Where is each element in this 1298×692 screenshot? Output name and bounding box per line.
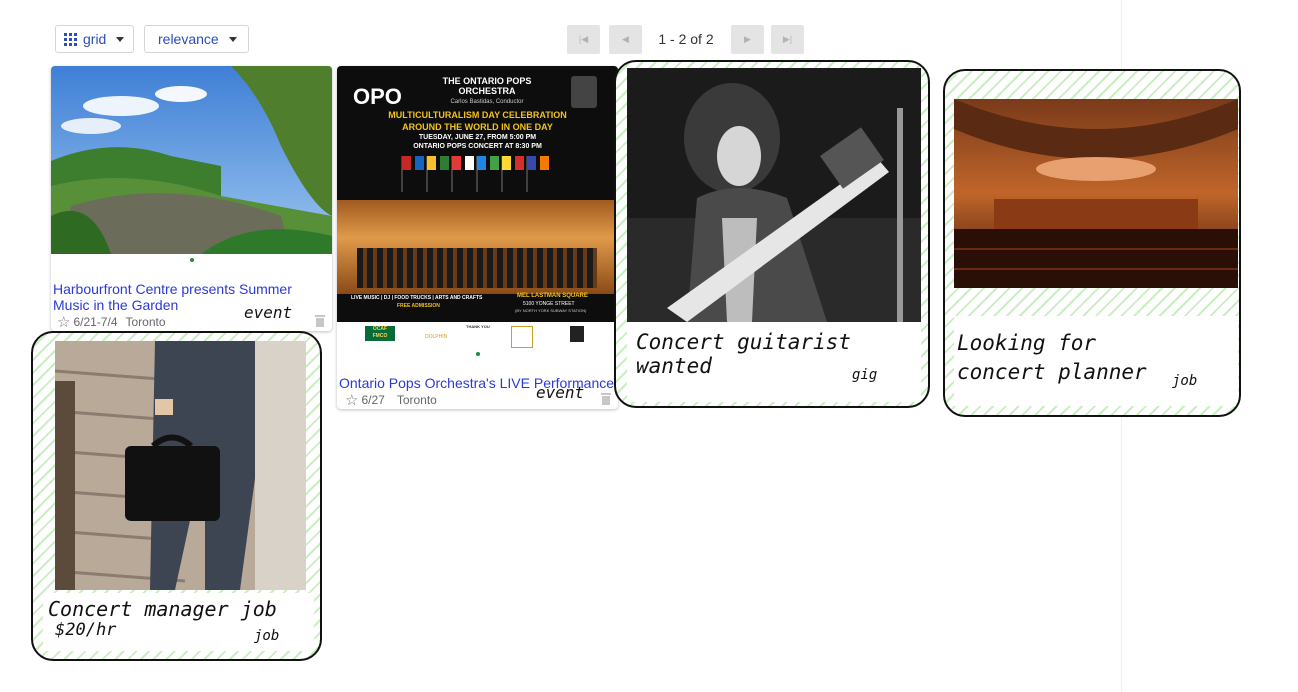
last-page-button[interactable]: ▶|: [771, 25, 804, 54]
card-image-poster: OPO THE ONTARIO POPS ORCHESTRA Carlos Ba…: [337, 66, 618, 322]
first-page-icon: |◀: [578, 34, 589, 44]
pagination-text: 1 - 2 of 2: [658, 31, 714, 47]
sponsor-logo-dolphin: DOLPHIN: [425, 334, 448, 340]
prev-page-icon: ◀: [622, 34, 629, 44]
card-image-park: [51, 66, 332, 254]
poster-conductor: Carlos Bastidas, Conductor: [450, 99, 524, 105]
sketch-card-guitarist[interactable]: Concert guitarist wanted gig: [614, 60, 930, 408]
poster-footer-right-2: 5100 YONGE STREET: [523, 301, 575, 307]
chevron-down-icon: [228, 36, 237, 42]
sketch-image-concert-hall: [954, 99, 1238, 288]
sponsor-thanks: THANK YOU: [466, 324, 490, 329]
next-page-icon: ▶: [744, 34, 751, 44]
next-page-button[interactable]: ▶: [731, 25, 764, 54]
sponsor-logo-3: [511, 326, 533, 348]
card-date: 6/21-7/4: [73, 315, 118, 329]
sketch-tag: job: [254, 628, 280, 644]
carousel-dot: [476, 352, 480, 356]
star-icon[interactable]: ☆: [345, 391, 358, 409]
poster-footer-right-1: MEL LASTMAN SQUARE: [517, 293, 588, 299]
poster-footer-left-2: FREE ADMISSION: [397, 303, 440, 309]
sponsor-logo-ocaf: OCAF FMCO: [365, 326, 395, 341]
prev-page-button[interactable]: ◀: [609, 25, 642, 54]
sketch-tag: gig: [852, 367, 878, 383]
card-tag: event: [244, 303, 293, 322]
conductor-photo: [571, 76, 597, 108]
flags-graphic: [401, 156, 549, 192]
sketch-card-manager[interactable]: Concert manager job $20/hr job: [31, 331, 322, 661]
last-page-icon: ▶|: [782, 34, 793, 44]
card-location: Toronto: [396, 393, 437, 407]
card-meta: ☆ 6/21-7/4 Toronto: [57, 313, 166, 331]
listing-card[interactable]: OPO THE ONTARIO POPS ORCHESTRA Carlos Ba…: [337, 66, 618, 409]
sketch-title[interactable]: Concert guitarist wanted: [636, 330, 928, 378]
card-tag: event: [536, 383, 585, 402]
sketch-tag: job: [1172, 373, 1198, 389]
sketch-image-briefcase: [55, 341, 306, 590]
sketch-title[interactable]: Looking for concert planner: [957, 329, 1187, 387]
poster-headline-1: MULTICULTURALISM DAY CELEBRATION: [388, 110, 567, 120]
poster-when-1: TUESDAY, JUNE 27, FROM 5:00 PM: [418, 134, 537, 141]
trash-icon[interactable]: [601, 393, 611, 405]
sketch-title[interactable]: Concert manager job: [48, 597, 277, 621]
chevron-down-icon: [116, 36, 125, 42]
poster-headline-2: AROUND THE WORLD IN ONE DAY: [402, 122, 553, 132]
orchestra-stage: [337, 200, 618, 294]
view-select[interactable]: grid: [55, 25, 134, 53]
poster-when-2: ONTARIO POPS CONCERT AT 8:30 PM: [413, 143, 542, 150]
poster-footer-right-3: (BY NORTH YORK SUBWAY STATION): [515, 308, 587, 313]
listing-card[interactable]: Harbourfront Centre presents Summer Musi…: [51, 66, 332, 331]
sketch-image-guitarist: [627, 68, 921, 322]
card-location: Toronto: [125, 315, 166, 329]
poster-logo: OPO: [353, 84, 402, 109]
poster-footer-left-1: LIVE MUSIC | DJ | FOOD TRUCKS | ARTS AND…: [351, 295, 483, 301]
grid-icon: [64, 32, 77, 46]
sponsor-logo-4: [570, 326, 584, 342]
trash-icon[interactable]: [315, 315, 325, 327]
star-icon[interactable]: ☆: [57, 313, 70, 331]
sort-select-value: relevance: [158, 31, 219, 47]
card-date: 6/27: [361, 393, 385, 407]
view-select-value: grid: [83, 31, 107, 47]
carousel-dot: [190, 258, 194, 262]
sponsor-strip: OCAF FMCO DOLPHIN THANK YOU: [337, 322, 618, 352]
sketch-subtitle: $20/hr: [55, 620, 117, 640]
poster-org: THE ONTARIO POPS ORCHESTRA: [442, 76, 532, 96]
sketch-card-planner[interactable]: Looking for concert planner job: [943, 69, 1241, 417]
sort-select[interactable]: relevance: [144, 25, 249, 53]
card-meta: ☆ 6/27 Toronto: [345, 391, 437, 409]
first-page-button[interactable]: |◀: [567, 25, 600, 54]
